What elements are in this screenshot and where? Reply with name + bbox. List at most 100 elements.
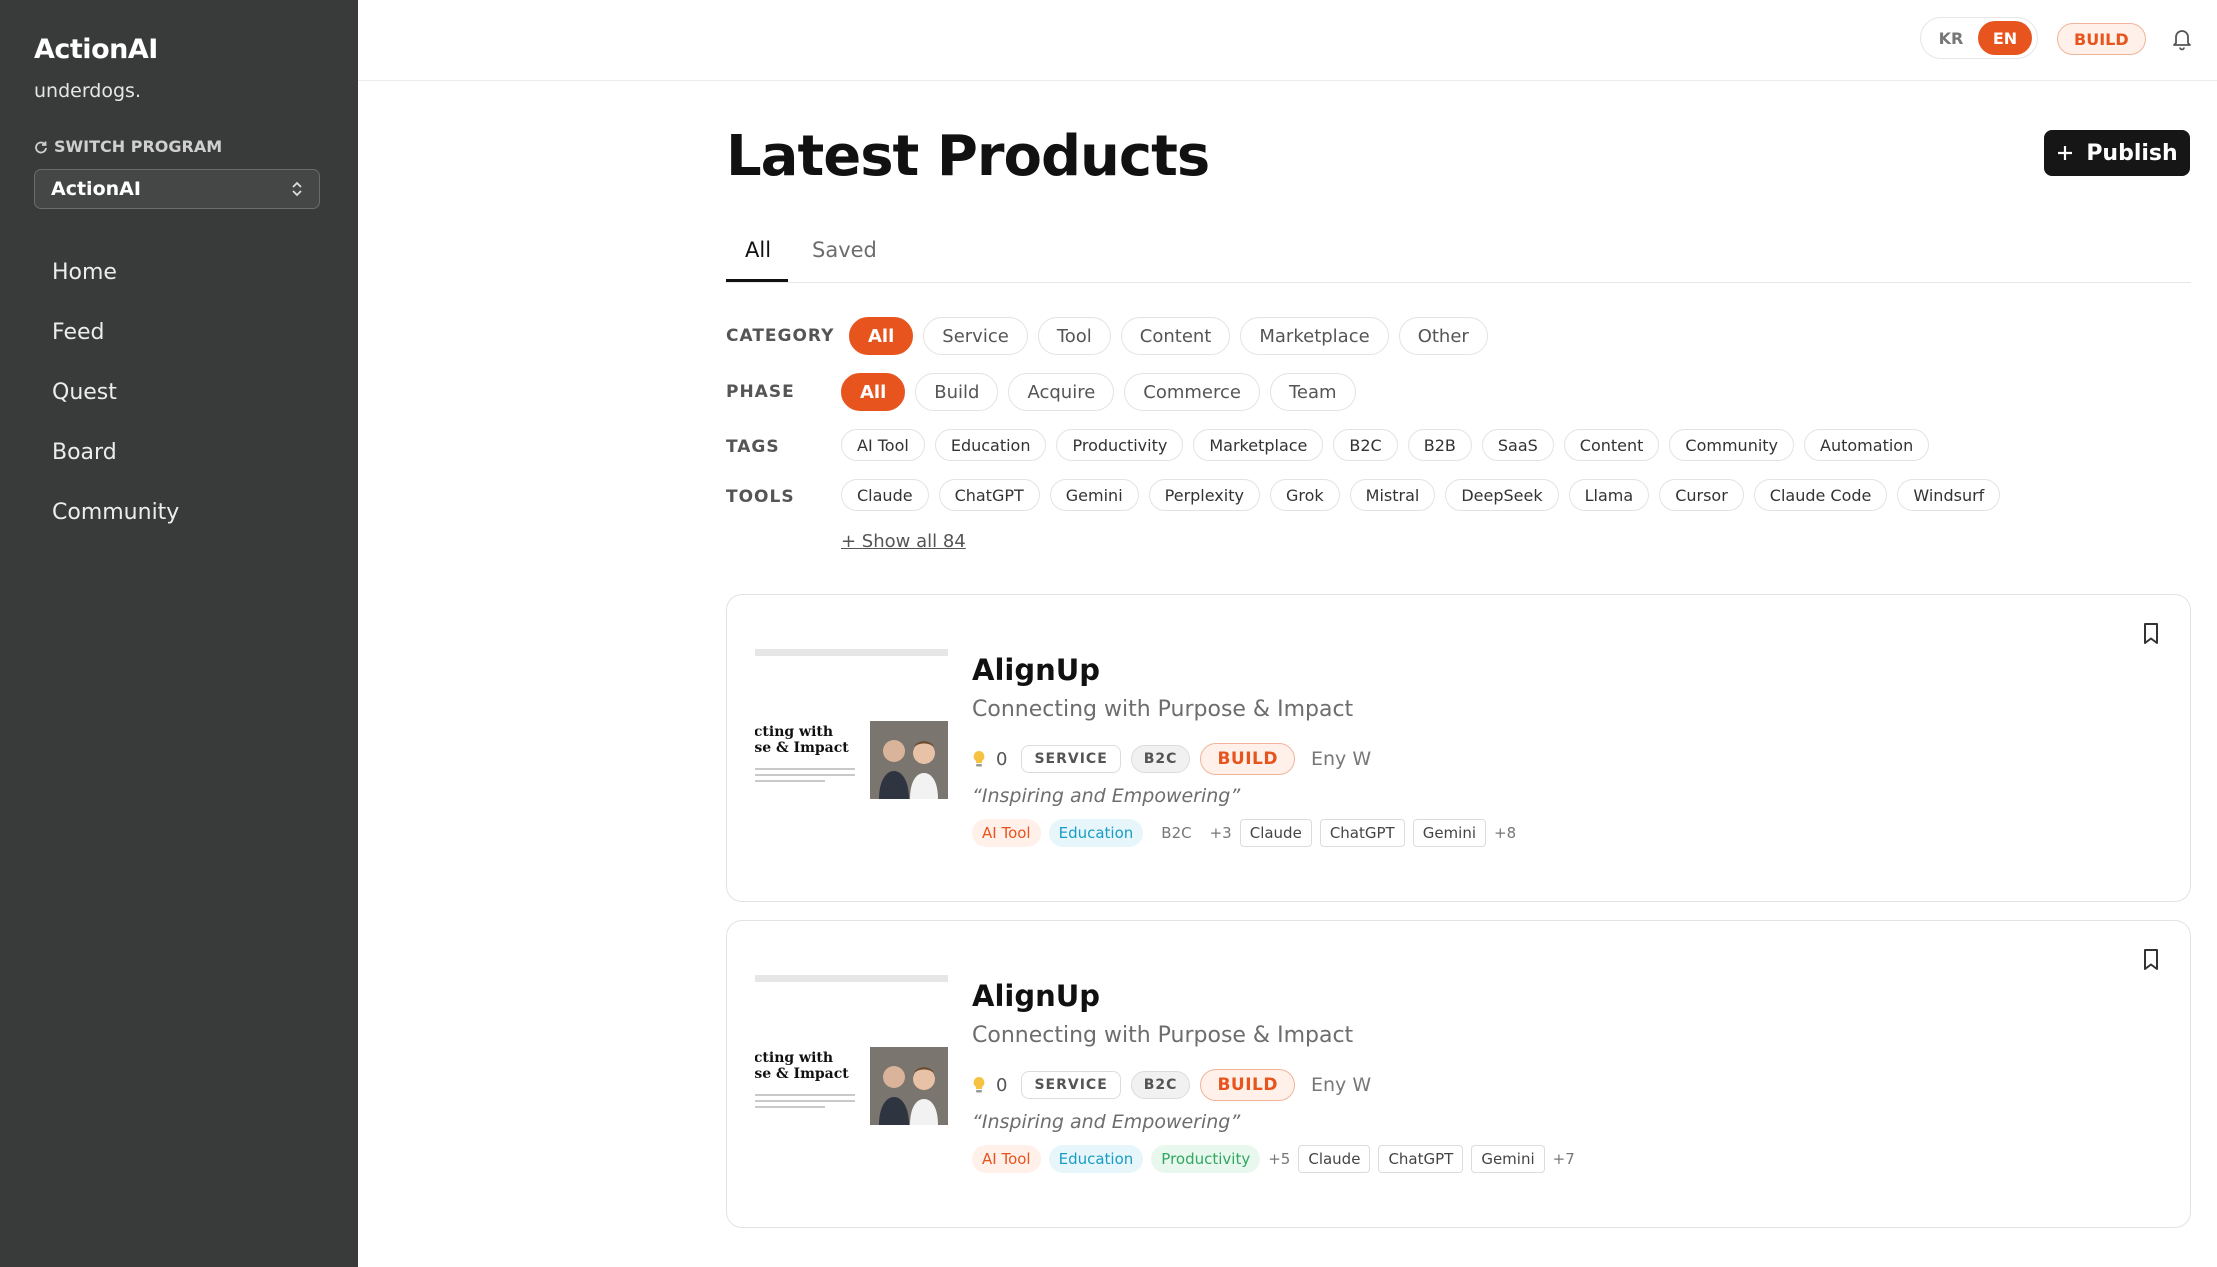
lang-kr-button[interactable]: KR (1924, 21, 1978, 55)
sidebar-item-quest[interactable]: Quest (52, 378, 179, 438)
thumbnail-text-lines (755, 1094, 855, 1112)
lightbulb-icon (973, 1077, 985, 1093)
phase-chip-team[interactable]: Team (1269, 373, 1356, 411)
switch-program-text: SWITCH PROGRAM (54, 137, 223, 156)
tab-all[interactable]: All (745, 238, 771, 262)
tool-chip[interactable]: Gemini (1049, 479, 1139, 511)
phase-chip-commerce[interactable]: Commerce (1124, 373, 1260, 411)
show-all-tools-link[interactable]: + Show all 84 (841, 531, 966, 552)
phase-chip-all[interactable]: All (841, 373, 906, 411)
tag-chip[interactable]: Community (1669, 429, 1795, 461)
product-quote: “Inspiring and Empowering” (972, 1111, 1241, 1133)
tool-chips: Claude ChatGPT Gemini Perplexity Grok Mi… (841, 479, 2001, 511)
tool-chip[interactable]: Windsurf (1897, 479, 2001, 511)
product-tool: ChatGPT (1378, 1145, 1464, 1173)
more-tools-count: +8 (1494, 824, 1517, 842)
thumbnail-text-lines (755, 768, 855, 786)
category-chips: All Service Tool Content Marketplace Oth… (849, 317, 1488, 355)
active-tab-indicator (726, 279, 788, 282)
sidebar-item-community[interactable]: Community (52, 498, 179, 558)
plus-icon (2058, 146, 2073, 160)
product-tags: AI Tool Education Productivity +5 Claude… (972, 1145, 1575, 1173)
product-tool: Gemini (1412, 819, 1487, 847)
category-chip-tool[interactable]: Tool (1037, 317, 1111, 355)
tag-chip[interactable]: AI Tool (841, 429, 925, 461)
tool-chip[interactable]: Llama (1568, 479, 1650, 511)
tool-chip[interactable]: Perplexity (1148, 479, 1260, 511)
phase-badge[interactable]: BUILD (2057, 23, 2146, 55)
product-tool: Claude (1239, 819, 1312, 847)
sidebar: ActionAI underdogs. SWITCH PROGRAM Actio… (0, 0, 358, 1267)
sidebar-nav: Home Feed Quest Board Community (52, 258, 179, 558)
category-badge: SERVICE (1021, 745, 1121, 773)
product-card[interactable]: ecting with ose & Impact AlignUp Connect… (726, 920, 2191, 1228)
bell-icon[interactable] (2170, 26, 2194, 52)
lightbulb-icon (973, 751, 985, 767)
tool-chip[interactable]: Claude Code (1753, 479, 1888, 511)
sidebar-item-board[interactable]: Board (52, 438, 179, 498)
tool-chip[interactable]: ChatGPT (938, 479, 1040, 511)
likes-counter[interactable]: 0 (972, 1075, 1007, 1096)
tool-chip[interactable]: Cursor (1659, 479, 1744, 511)
tag-chip[interactable]: Marketplace (1193, 429, 1324, 461)
bookmark-icon[interactable] (2141, 622, 2161, 646)
phase-chip-build[interactable]: Build (915, 373, 999, 411)
tool-chip[interactable]: Grok (1269, 479, 1340, 511)
thumbnail-caption-line-1: ecting with (755, 1050, 834, 1066)
category-chip-all[interactable]: All (849, 317, 914, 355)
product-title[interactable]: AlignUp (972, 979, 1100, 1013)
product-card[interactable]: ecting with ose & Impact AlignUp Connect… (726, 594, 2191, 902)
tag-chip[interactable]: Productivity (1056, 429, 1184, 461)
phase-chips: All Build Acquire Commerce Team (841, 373, 1356, 411)
author-name[interactable]: Eny W (1311, 748, 1371, 770)
category-chip-content[interactable]: Content (1120, 317, 1231, 355)
tag-chip[interactable]: B2B (1407, 429, 1472, 461)
brand-logo[interactable]: ActionAI (34, 34, 158, 65)
language-toggle: KR EN (1920, 17, 2038, 59)
sidebar-item-feed[interactable]: Feed (52, 318, 179, 378)
phase-chip-acquire[interactable]: Acquire (1008, 373, 1115, 411)
category-badge: SERVICE (1021, 1071, 1121, 1099)
product-subtitle: Connecting with Purpose & Impact (972, 1023, 1354, 1048)
thumbnail-caption-line-2: ose & Impact (755, 1066, 849, 1082)
tab-saved[interactable]: Saved (812, 238, 877, 262)
tag-chips: AI Tool Education Productivity Marketpla… (841, 429, 1930, 461)
tag-chip[interactable]: Education (934, 429, 1047, 461)
refresh-icon (35, 141, 47, 153)
product-tag: AI Tool (972, 819, 1041, 847)
lang-en-button[interactable]: EN (1978, 21, 2032, 55)
product-tag: AI Tool (972, 1145, 1041, 1173)
tool-chip[interactable]: Mistral (1349, 479, 1436, 511)
category-chip-service[interactable]: Service (923, 317, 1028, 355)
product-title[interactable]: AlignUp (972, 653, 1100, 687)
tag-chip[interactable]: Automation (1804, 429, 1930, 461)
market-badge: B2C (1130, 1071, 1191, 1099)
program-select[interactable]: ActionAI (34, 169, 320, 209)
product-thumbnail: ecting with ose & Impact (755, 649, 948, 806)
chevron-up-down-icon (292, 181, 302, 197)
sidebar-item-home[interactable]: Home (52, 258, 179, 318)
bookmark-icon[interactable] (2141, 948, 2161, 972)
product-tool: ChatGPT (1319, 819, 1405, 847)
product-tag: B2C (1161, 824, 1192, 842)
category-chip-other[interactable]: Other (1398, 317, 1488, 355)
likes-count: 0 (996, 1074, 1008, 1096)
product-thumbnail: ecting with ose & Impact (755, 975, 948, 1132)
more-tags-count: +3 (1209, 824, 1232, 842)
brand-tagline: underdogs. (34, 80, 141, 102)
category-chip-marketplace[interactable]: Marketplace (1240, 317, 1389, 355)
tag-chip[interactable]: Content (1563, 429, 1660, 461)
tool-chip[interactable]: DeepSeek (1445, 479, 1559, 511)
author-name[interactable]: Eny W (1311, 1074, 1371, 1096)
product-tag: Education (1048, 1145, 1144, 1173)
publish-button[interactable]: Publish (2044, 130, 2190, 176)
publish-label: Publish (2086, 140, 2178, 166)
tag-chip[interactable]: B2C (1333, 429, 1398, 461)
thumbnail-photo (870, 1047, 948, 1125)
likes-counter[interactable]: 0 (972, 749, 1007, 770)
tag-chip[interactable]: SaaS (1481, 429, 1554, 461)
switch-program-label: SWITCH PROGRAM (34, 137, 222, 156)
product-tags: AI Tool Education B2C +3 Claude ChatGPT … (972, 819, 1516, 847)
tool-chip[interactable]: Claude (841, 479, 929, 511)
product-quote: “Inspiring and Empowering” (972, 785, 1241, 807)
